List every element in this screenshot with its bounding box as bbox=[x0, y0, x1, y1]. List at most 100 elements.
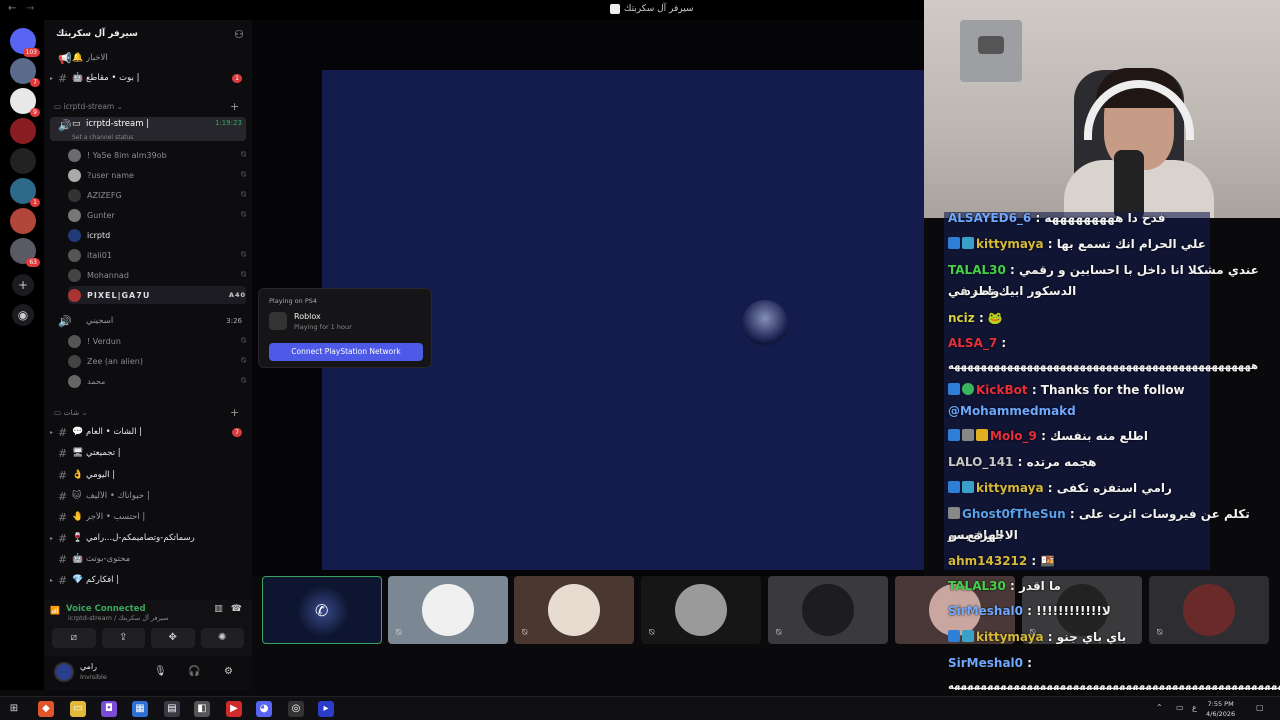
invite-icon[interactable]: ⚇ bbox=[234, 28, 244, 41]
voice-user[interactable]: ! Verdun ⍉ bbox=[68, 332, 246, 350]
connect-psn-button[interactable]: Connect PlayStation Network bbox=[269, 343, 423, 361]
channel-general[interactable]: ▸ # 💬 الشات • العام | 7 bbox=[50, 423, 246, 441]
soundboard-button[interactable]: ✺ bbox=[200, 628, 244, 648]
voice-user[interactable]: itali01 ⍉ bbox=[68, 246, 246, 264]
channel-drawings[interactable]: ▸ # 🍷 رسماتكم-وتصاميمكم-ل...رامي bbox=[50, 529, 246, 547]
language-indicator[interactable]: ع bbox=[1192, 703, 1197, 712]
network-icon[interactable]: ▭ bbox=[1176, 703, 1184, 712]
channel-status[interactable]: Set a channel status bbox=[72, 134, 133, 141]
voice-status[interactable]: Voice Connected bbox=[66, 604, 146, 614]
voice-user[interactable]: PIXEL|GA7U A40 bbox=[68, 286, 246, 304]
signal-icon: 📶 bbox=[50, 606, 60, 615]
settings-gear-icon[interactable]: ⚙ bbox=[224, 666, 233, 677]
dm-badge: 103 bbox=[22, 48, 40, 57]
microphone bbox=[1114, 150, 1144, 218]
badge-icon bbox=[948, 481, 960, 493]
camera-off-button[interactable]: ⧄ bbox=[52, 628, 96, 648]
server-icon-6[interactable] bbox=[10, 208, 36, 234]
channel-bots[interactable]: ▸ # 🤖 بوت • مقاطع | 1 bbox=[50, 69, 246, 87]
direct-messages-icon[interactable]: 103 bbox=[10, 28, 40, 57]
participant-tile[interactable]: ⍉ bbox=[514, 576, 634, 644]
app-icon-2[interactable]: ◧ bbox=[194, 701, 210, 717]
media-player-icon[interactable]: ▶ bbox=[226, 701, 242, 717]
unread-badge: 1 bbox=[232, 73, 242, 83]
channel-news[interactable]: 📢 🔔 الاخبار bbox=[50, 49, 246, 67]
participant-tile[interactable]: ⍉ bbox=[641, 576, 761, 644]
server-name: سيرفر آل سكربتك bbox=[56, 29, 138, 39]
participant-tile[interactable]: ✆ bbox=[262, 576, 382, 644]
obs-icon[interactable]: ◎ bbox=[288, 701, 304, 717]
headphones-icon[interactable]: 🎧 bbox=[188, 666, 200, 677]
chat-message: kittymaya : رامي استفزه تكفى bbox=[948, 478, 1278, 499]
voice-user[interactable]: Mohannad ⍉ bbox=[68, 266, 246, 284]
user-status: Invisible bbox=[80, 673, 107, 681]
speaker-avatar bbox=[742, 300, 788, 346]
voice-user[interactable]: محمد ⍉ bbox=[68, 372, 246, 390]
voice-user[interactable]: Zee (an alien) ⍉ bbox=[68, 352, 246, 370]
chat-message: SirMeshal0 : !!!!!!!!!!!!لا bbox=[948, 604, 1111, 618]
file-explorer-icon[interactable]: ▭ bbox=[70, 701, 86, 717]
deafened-icon: ⍉ bbox=[241, 270, 246, 279]
tray-chevron-icon[interactable]: ⌃ bbox=[1156, 703, 1163, 712]
category-chat[interactable]: ▭ شات ⌄ + bbox=[54, 406, 239, 419]
add-server-icon[interactable]: + bbox=[12, 274, 34, 296]
notifications-icon[interactable]: ▢ bbox=[1256, 703, 1264, 712]
voice-user[interactable]: ! Ya5e 8im alm39ob ⍉ bbox=[68, 146, 246, 164]
voice-channel-2[interactable]: 🔊 اسجيني 3:26 bbox=[50, 312, 246, 330]
game-name: Roblox bbox=[294, 312, 321, 321]
participant-tile[interactable]: ⍉ bbox=[388, 576, 508, 644]
megaphone-icon: 📢 bbox=[58, 51, 72, 65]
forward-arrow-icon[interactable]: → bbox=[26, 3, 34, 14]
play-button-plaque bbox=[960, 20, 1022, 82]
chevron-right-icon: ▸ bbox=[50, 534, 54, 542]
voice-channel-name[interactable]: icrptd-stream / سيرفر آل سكربتك bbox=[68, 614, 169, 622]
screenshare-button[interactable]: ⇪ bbox=[101, 628, 145, 648]
channel-ideas[interactable]: ▸ # 💎 افكاركم | bbox=[50, 571, 246, 589]
category-stream[interactable]: ▭ icrptd-stream ⌄ + bbox=[54, 100, 239, 113]
crown-icon bbox=[976, 429, 988, 441]
server-header[interactable]: سيرفر آل سكربتك ⚇ bbox=[44, 20, 252, 48]
channel-pets[interactable]: # 🐱 حيواناك • الأليف | bbox=[50, 487, 246, 505]
hash-icon: # bbox=[58, 552, 68, 566]
username[interactable]: رامي bbox=[80, 662, 97, 671]
server-icon-3[interactable] bbox=[10, 118, 36, 144]
server-rail: 103 7 9 1 63 + ◉ bbox=[0, 20, 44, 690]
voice-user[interactable]: AZIZEFG ⍉ bbox=[68, 186, 246, 204]
twitch-icon[interactable]: ◘ bbox=[101, 701, 117, 717]
channel-ajr[interactable]: # 🤚 احتسب • الأجر | bbox=[50, 508, 246, 526]
discord-icon[interactable]: ◕ bbox=[256, 701, 272, 717]
window-title: سيرفر آل سكربتك bbox=[610, 4, 694, 14]
verified-icon bbox=[962, 383, 974, 395]
chevron-right-icon: ▸ bbox=[50, 428, 54, 436]
avatar[interactable] bbox=[54, 662, 74, 682]
chat-message: هههههههههههههههههههههههههههههههههههههههه… bbox=[948, 361, 1259, 372]
voice-user[interactable]: Gunter ⍉ bbox=[68, 206, 246, 224]
voice-user[interactable]: ?user name ⍉ bbox=[68, 166, 246, 184]
voice-user[interactable]: icrptd bbox=[68, 226, 246, 244]
disconnect-icon[interactable]: ☎ bbox=[231, 604, 242, 614]
channel-alyoumi[interactable]: # 👌 اليومي | bbox=[50, 466, 246, 484]
server-icon-2[interactable]: 9 bbox=[10, 88, 40, 117]
channel-tajmiati[interactable]: # 🖥 تجميعتي | bbox=[50, 444, 246, 462]
app-icon[interactable]: ▤ bbox=[164, 701, 180, 717]
server-icon-1[interactable]: 7 bbox=[10, 58, 40, 87]
add-channel-icon[interactable]: + bbox=[230, 100, 239, 113]
hash-icon: # bbox=[58, 468, 68, 482]
microphone-icon[interactable]: 🎙 bbox=[154, 666, 167, 677]
channel-content[interactable]: # 🤖 محتوى-بوتث bbox=[50, 550, 246, 568]
brave-browser-icon[interactable]: ◆ bbox=[38, 701, 54, 717]
app-icon-3[interactable]: ▸ bbox=[318, 701, 334, 717]
discover-icon[interactable]: ◉ bbox=[12, 304, 34, 326]
back-arrow-icon[interactable]: ← bbox=[8, 3, 16, 14]
windows-start-icon[interactable]: ⊞ bbox=[6, 701, 22, 717]
server-icon-4[interactable] bbox=[10, 148, 36, 174]
deafened-icon: ⍉ bbox=[522, 628, 528, 638]
server-folder-icon[interactable]: 63 bbox=[10, 238, 40, 267]
participant-tile[interactable]: ⍉ bbox=[768, 576, 888, 644]
store-icon[interactable]: ▦ bbox=[132, 701, 148, 717]
add-channel-icon[interactable]: + bbox=[230, 406, 239, 419]
activities-button[interactable]: ✥ bbox=[151, 628, 195, 648]
server-icon-5[interactable]: 1 bbox=[10, 178, 40, 207]
clock[interactable]: 7:55 PM 4/6/2026 bbox=[1206, 699, 1235, 719]
noise-suppression-icon[interactable]: ▥ bbox=[214, 604, 223, 614]
